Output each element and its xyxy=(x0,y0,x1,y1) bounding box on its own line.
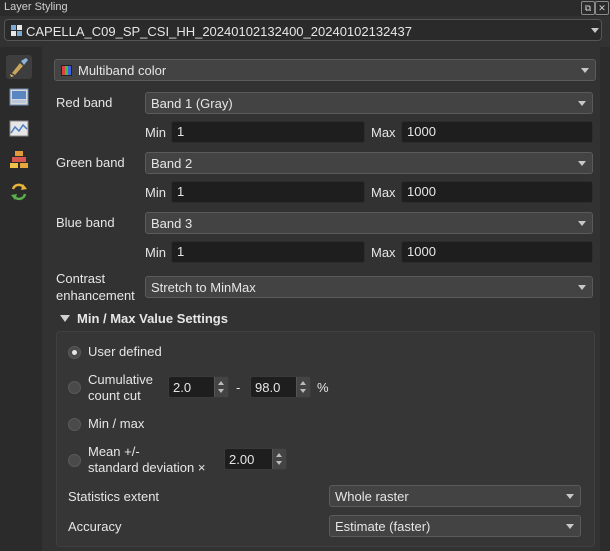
stddev-spinbox[interactable]: 2.00 xyxy=(224,448,287,470)
green-band-value: Band 2 xyxy=(151,156,193,171)
chart-line-icon xyxy=(9,120,29,137)
cumulative-label-line1[interactable]: Cumulative xyxy=(88,372,153,387)
accuracy-label: Accuracy xyxy=(68,519,122,534)
layers-stack-icon xyxy=(10,151,28,168)
blue-max-label: Max xyxy=(371,245,396,260)
red-band-label: Red band xyxy=(56,95,113,110)
green-band-label: Green band xyxy=(56,155,125,170)
user-defined-radio[interactable] xyxy=(68,346,81,359)
accuracy-value: Estimate (faster) xyxy=(335,519,431,534)
red-max-input[interactable]: 1000 xyxy=(401,121,593,143)
red-band-value: Band 1 (Gray) xyxy=(151,96,233,111)
chevron-down-icon xyxy=(581,68,589,73)
green-band-dropdown[interactable]: Band 2 xyxy=(145,152,593,174)
symbology-tab[interactable] xyxy=(6,55,32,79)
mean-label-line2[interactable]: standard deviation × xyxy=(88,460,205,475)
vertical-scrollbar[interactable] xyxy=(600,47,610,551)
chevron-down-icon xyxy=(566,524,574,529)
statistics-extent-value: Whole raster xyxy=(335,489,409,504)
green-min-input[interactable]: 1 xyxy=(171,181,365,203)
blue-max-input[interactable]: 1000 xyxy=(401,241,593,263)
green-min-label: Min xyxy=(145,185,166,200)
spin-buttons[interactable] xyxy=(272,449,286,469)
renderer-type-dropdown[interactable]: Multiband color xyxy=(54,59,596,81)
raster-layer-icon xyxy=(11,25,22,36)
blue-min-label: Min xyxy=(145,245,166,260)
close-panel-icon[interactable]: ✕ xyxy=(595,1,609,15)
spin-buttons[interactable] xyxy=(214,377,228,397)
chevron-down-icon xyxy=(578,161,586,166)
transparency-tab[interactable] xyxy=(6,86,32,110)
minmax-label[interactable]: Min / max xyxy=(88,416,144,431)
statistics-extent-dropdown[interactable]: Whole raster xyxy=(329,485,581,507)
cumulative-count-cut-radio[interactable] xyxy=(68,381,81,394)
cumulative-high-spinbox[interactable]: 98.0 xyxy=(250,376,311,398)
chevron-down-icon xyxy=(578,101,586,106)
spin-buttons[interactable] xyxy=(296,377,310,397)
mean-stddev-radio[interactable] xyxy=(68,454,81,467)
float-panel-icon[interactable]: ⧉ xyxy=(581,1,595,15)
layer-name: CAPELLA_C09_SP_CSI_HH_20240102132400_202… xyxy=(26,24,412,39)
contrast-label-line1: Contrast xyxy=(56,271,106,286)
renderer-type-value: Multiband color xyxy=(78,63,167,78)
red-min-input[interactable]: 1 xyxy=(171,121,365,143)
collapse-triangle-icon[interactable] xyxy=(60,315,70,322)
chevron-down-icon xyxy=(591,28,599,33)
statistics-extent-label: Statistics extent xyxy=(68,489,160,504)
minmax-radio[interactable] xyxy=(68,418,81,431)
contrast-label-line2: enhancement xyxy=(56,288,135,303)
red-max-label: Max xyxy=(371,125,396,140)
cumulative-high-value: 98.0 xyxy=(255,380,281,395)
blue-band-value: Band 3 xyxy=(151,216,193,231)
blue-min-input[interactable]: 1 xyxy=(171,241,365,263)
accuracy-dropdown[interactable]: Estimate (faster) xyxy=(329,515,581,537)
chevron-down-icon xyxy=(578,285,586,290)
pyramids-tab[interactable] xyxy=(6,148,32,172)
history-tab[interactable] xyxy=(6,180,32,204)
stddev-value: 2.00 xyxy=(229,452,255,467)
cumulative-low-value: 2.0 xyxy=(173,380,192,395)
mean-label-line1[interactable]: Mean +/- xyxy=(88,444,140,459)
percent-label: % xyxy=(317,380,329,395)
title-bar xyxy=(0,0,610,16)
contrast-enhancement-dropdown[interactable]: Stretch to MinMax xyxy=(145,276,593,298)
blue-band-dropdown[interactable]: Band 3 xyxy=(145,212,593,234)
green-max-label: Max xyxy=(371,185,396,200)
cumulative-low-spinbox[interactable]: 2.0 xyxy=(168,376,229,398)
refresh-arrows-icon xyxy=(11,183,27,201)
chevron-down-icon xyxy=(566,494,574,499)
contrast-enhancement-value: Stretch to MinMax xyxy=(151,280,256,295)
cumulative-label-line2[interactable]: count cut xyxy=(88,388,141,403)
red-min-label: Min xyxy=(145,125,166,140)
blue-band-label: Blue band xyxy=(56,215,115,230)
green-max-input[interactable]: 1000 xyxy=(401,181,593,203)
chevron-down-icon xyxy=(578,221,586,226)
histogram-tab[interactable] xyxy=(6,117,32,141)
histogram-image-icon xyxy=(9,88,29,106)
red-band-dropdown[interactable]: Band 1 (Gray) xyxy=(145,92,593,114)
minmax-settings-title[interactable]: Min / Max Value Settings xyxy=(77,311,228,326)
panel-title: Layer Styling xyxy=(4,1,68,13)
range-dash: - xyxy=(236,380,241,395)
user-defined-label[interactable]: User defined xyxy=(88,344,162,359)
paintbrush-icon xyxy=(10,58,28,77)
multiband-color-icon xyxy=(61,65,72,76)
